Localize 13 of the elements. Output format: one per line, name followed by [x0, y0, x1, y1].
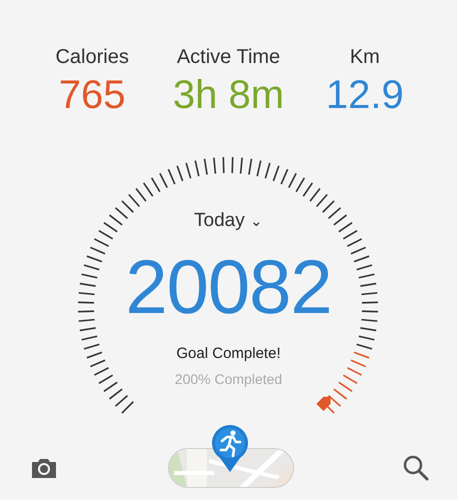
- stat-label: Calories: [55, 46, 129, 69]
- stat-value: 765: [58, 73, 126, 118]
- camera-icon[interactable]: [30, 457, 58, 479]
- period-dropdown[interactable]: Today ⌄: [194, 210, 263, 232]
- runner-pin-icon: [211, 424, 249, 474]
- search-icon[interactable]: [403, 455, 429, 481]
- stat-value: 3h 8m: [172, 73, 284, 118]
- stat-value: 12.9: [326, 73, 404, 118]
- goal-status: Goal Complete!: [176, 345, 281, 362]
- stat-label: Active Time: [176, 46, 280, 69]
- stat-label: Km: [350, 46, 380, 69]
- progress-marker: [316, 396, 331, 411]
- step-count: 20082: [125, 244, 332, 331]
